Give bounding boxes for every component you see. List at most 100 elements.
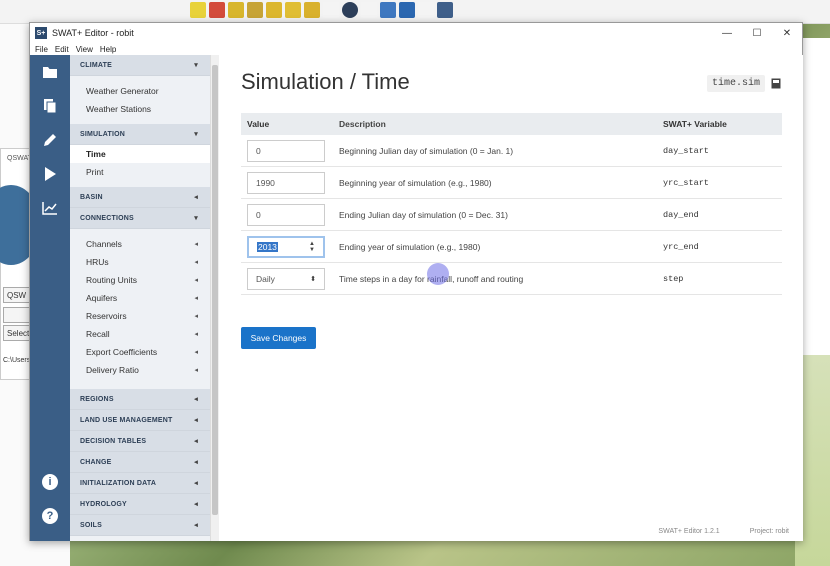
nav-section-label: DECISION TABLES — [80, 437, 147, 445]
chevron-left-icon: ◂ — [194, 367, 198, 374]
chart-icon[interactable] — [30, 191, 70, 225]
sidebar-item-recall[interactable]: Recall ◂ — [70, 325, 210, 343]
chevron-down-icon: ▾ — [194, 131, 198, 138]
close-button[interactable]: ✕ — [772, 23, 802, 43]
chevron-down-icon: ▾ — [194, 215, 198, 222]
info-icon[interactable]: i — [30, 465, 70, 499]
sidebar-item-reservoirs[interactable]: Reservoirs ◂ — [70, 307, 210, 325]
nav-section-land-use[interactable]: LAND USE MANAGEMENT ◂ — [70, 410, 210, 431]
help-icon[interactable]: ? — [30, 499, 70, 533]
table-header: Value Description SWAT+ Variable — [241, 113, 782, 135]
nav-section-label: LAND USE MANAGEMENT — [80, 416, 173, 424]
yrc-end-input[interactable]: 2013 ▲ ▼ — [247, 235, 325, 258]
sidebar-item-export-coefficients[interactable]: Export Coefficients ◂ — [70, 343, 210, 361]
row-variable: day_start — [663, 145, 709, 156]
row-variable: step — [663, 273, 684, 284]
play-icon[interactable] — [30, 157, 70, 191]
table-row: 0 Beginning Julian day of simulation (0 … — [241, 135, 782, 167]
desktop-toolbar — [0, 0, 830, 24]
nav-section-climate[interactable]: CLIMATE ▾ — [70, 55, 210, 76]
main-content: Simulation / Time time.sim Value Descrip… — [219, 55, 803, 541]
day-start-input[interactable]: 0 — [247, 139, 325, 162]
minimize-button[interactable]: — — [712, 23, 742, 43]
row-description: Beginning Julian day of simulation (0 = … — [339, 145, 514, 156]
chevron-left-icon: ◂ — [194, 277, 198, 284]
chevron-left-icon: ◂ — [194, 438, 198, 445]
spinner-icon[interactable]: ▲ ▼ — [309, 241, 315, 253]
row-description: Ending year of simulation (e.g., 1980) — [339, 241, 481, 252]
page-title: Simulation / Time — [241, 69, 410, 94]
header-value: Value — [247, 119, 270, 129]
chevron-left-icon: ◂ — [194, 501, 198, 508]
copy-icon[interactable] — [30, 89, 70, 123]
nav-item-label: Delivery Ratio — [86, 365, 139, 375]
folder-icon[interactable] — [30, 55, 70, 89]
nav-section-basin[interactable]: BASIN ◂ — [70, 187, 210, 208]
nav-section-initialization-data[interactable]: INITIALIZATION DATA ◂ — [70, 473, 210, 494]
sidebar-item-print[interactable]: Print — [70, 163, 210, 181]
nav-section-soils[interactable]: SOILS ◂ — [70, 515, 210, 536]
sidebar-item-delivery-ratio[interactable]: Delivery Ratio ◂ — [70, 361, 210, 379]
sidebar-scrollbar[interactable] — [210, 55, 219, 541]
chevron-down-icon: ▾ — [194, 62, 198, 69]
row-description: Time steps in a day for rainfall, runoff… — [339, 273, 524, 284]
nav-section-regions[interactable]: REGIONS ◂ — [70, 389, 210, 410]
yrc-start-input[interactable]: 1990 — [247, 171, 325, 194]
nav-item-label: Export Coefficients — [86, 347, 158, 357]
nav-item-label: Reservoirs — [86, 311, 127, 321]
nav-item-label: Channels — [86, 239, 122, 249]
nav-item-label: Recall — [86, 329, 110, 339]
save-changes-button[interactable]: Save Changes — [241, 327, 316, 349]
sidebar-item-weather-stations[interactable]: Weather Stations — [70, 100, 210, 118]
footer-project: Project: robit — [749, 528, 789, 535]
desktop-toolbar-icons — [190, 2, 453, 18]
chevron-left-icon: ◂ — [194, 396, 198, 403]
header-variable: SWAT+ Variable — [663, 119, 727, 129]
menu-help[interactable]: Help — [100, 45, 116, 54]
qswat-path: C:\Users — [3, 357, 31, 364]
row-variable: day_end — [663, 209, 699, 220]
row-description: Beginning year of simulation (e.g., 1980… — [339, 177, 492, 188]
nav-section-label: BASIN — [80, 193, 103, 201]
maximize-button[interactable]: ☐ — [742, 23, 772, 43]
menu-file[interactable]: File — [35, 45, 48, 54]
time-table: Value Description SWAT+ Variable 0 Begin… — [241, 113, 782, 295]
day-end-input[interactable]: 0 — [247, 203, 325, 226]
nav-section-label: CHANGE — [80, 458, 112, 466]
nav-section-hydrology[interactable]: HYDROLOGY ◂ — [70, 494, 210, 515]
sidebar-item-weather-generator[interactable]: Weather Generator — [70, 82, 210, 100]
table-row: Daily ⬍ Time steps in a day for rainfall,… — [241, 263, 782, 295]
chevron-left-icon: ◂ — [194, 349, 198, 356]
nav-section-simulation[interactable]: SIMULATION ▾ — [70, 124, 210, 145]
menu-view[interactable]: View — [76, 45, 93, 54]
sidebar-item-aquifers[interactable]: Aquifers ◂ — [70, 289, 210, 307]
table-row: 2013 ▲ ▼ Ending year of simulation (e.g., … — [241, 231, 782, 263]
database-icon[interactable] — [771, 78, 781, 89]
row-variable: yrc_end — [663, 241, 699, 252]
nav-section-label: CLIMATE — [80, 61, 112, 69]
row-description: Ending Julian day of simulation (0 = Dec… — [339, 209, 508, 220]
scrollbar-thumb[interactable] — [212, 65, 218, 515]
icon-rail: i ? — [30, 55, 70, 541]
app-icon: S+ — [35, 27, 47, 39]
chevron-left-icon: ◂ — [194, 480, 198, 487]
nav-section-change[interactable]: CHANGE ◂ — [70, 452, 210, 473]
sidebar-item-time[interactable]: Time — [70, 145, 210, 163]
sidebar-item-routing-units[interactable]: Routing Units ◂ — [70, 271, 210, 289]
step-select[interactable]: Daily ⬍ — [247, 267, 325, 290]
nav-section-label: SIMULATION — [80, 130, 126, 138]
chevron-left-icon: ◂ — [194, 459, 198, 466]
footer-version: SWAT+ Editor 1.2.1 — [658, 528, 720, 535]
nav-section-decision-tables[interactable]: DECISION TABLES ◂ — [70, 431, 210, 452]
sidebar-item-hrus[interactable]: HRUs ◂ — [70, 253, 210, 271]
sidebar-item-channels[interactable]: Channels ◂ — [70, 235, 210, 253]
menu-edit[interactable]: Edit — [55, 45, 69, 54]
chevron-left-icon: ◂ — [194, 241, 198, 248]
chevron-left-icon: ◂ — [194, 259, 198, 266]
menu-bar: File Edit View Help — [30, 43, 802, 55]
nav-item-label: Aquifers — [86, 293, 118, 303]
nav-item-label: Routing Units — [86, 275, 138, 285]
edit-icon[interactable] — [30, 123, 70, 157]
window-title: SWAT+ Editor - robit — [52, 28, 134, 38]
nav-section-connections[interactable]: CONNECTIONS ▾ — [70, 208, 210, 229]
